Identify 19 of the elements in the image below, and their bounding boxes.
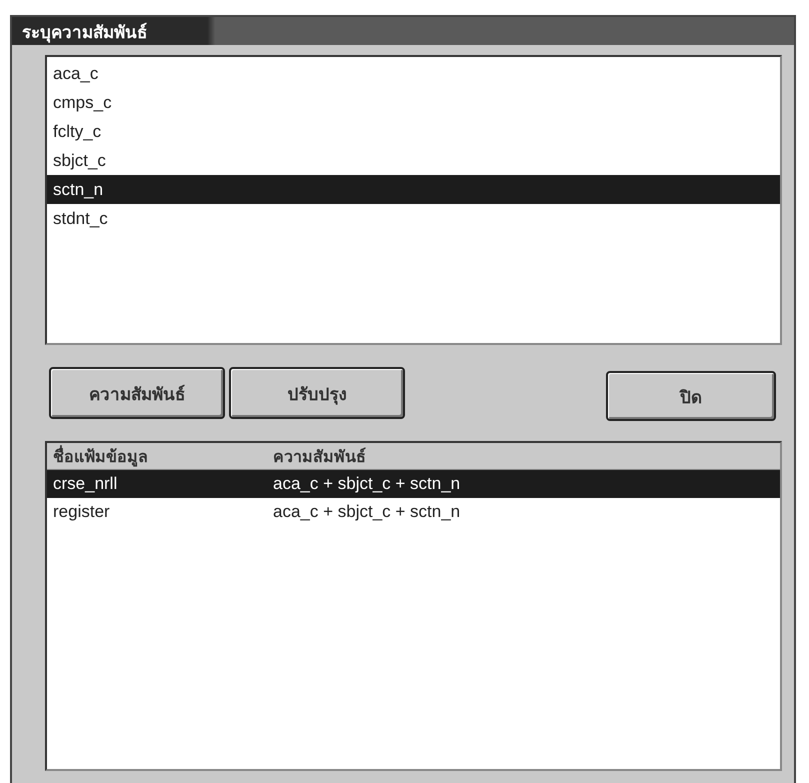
list-item[interactable]: aca_c [47, 59, 780, 88]
window-title: ระบุความสัมพันธ์ [22, 22, 147, 44]
list-item[interactable]: sbjct_c [47, 146, 780, 175]
list-item[interactable]: fclty_c [47, 117, 780, 146]
table-cell: aca_c + sbjct_c + sctn_n [273, 502, 460, 522]
table-row[interactable]: register aca_c + sbjct_c + sctn_n [47, 498, 780, 526]
column-header[interactable]: ชื่อแฟ้มข้อมูล [47, 444, 273, 468]
column-header[interactable]: ความสัมพันธ์ [273, 444, 366, 468]
table-cell: aca_c + sbjct_c + sctn_n [273, 474, 460, 494]
field-list[interactable]: aca_c cmps_c fclty_c sbjct_c sctn_n stdnt_c [45, 55, 782, 345]
action-button[interactable]: ความสัมพันธ์ [49, 367, 225, 419]
list-item[interactable]: stdnt_c [47, 204, 780, 233]
table-row[interactable]: crse_nrll aca_c + sbjct_c + sctn_n [47, 470, 780, 498]
close-button[interactable]: ปิด [606, 371, 776, 421]
action-button[interactable]: ปรับปรุง [229, 367, 405, 419]
list-item[interactable]: sctn_n [47, 175, 780, 204]
table-cell-text: crse_nrll [52, 474, 118, 494]
table-cell-text: register [52, 502, 111, 522]
list-item[interactable]: cmps_c [47, 88, 780, 117]
